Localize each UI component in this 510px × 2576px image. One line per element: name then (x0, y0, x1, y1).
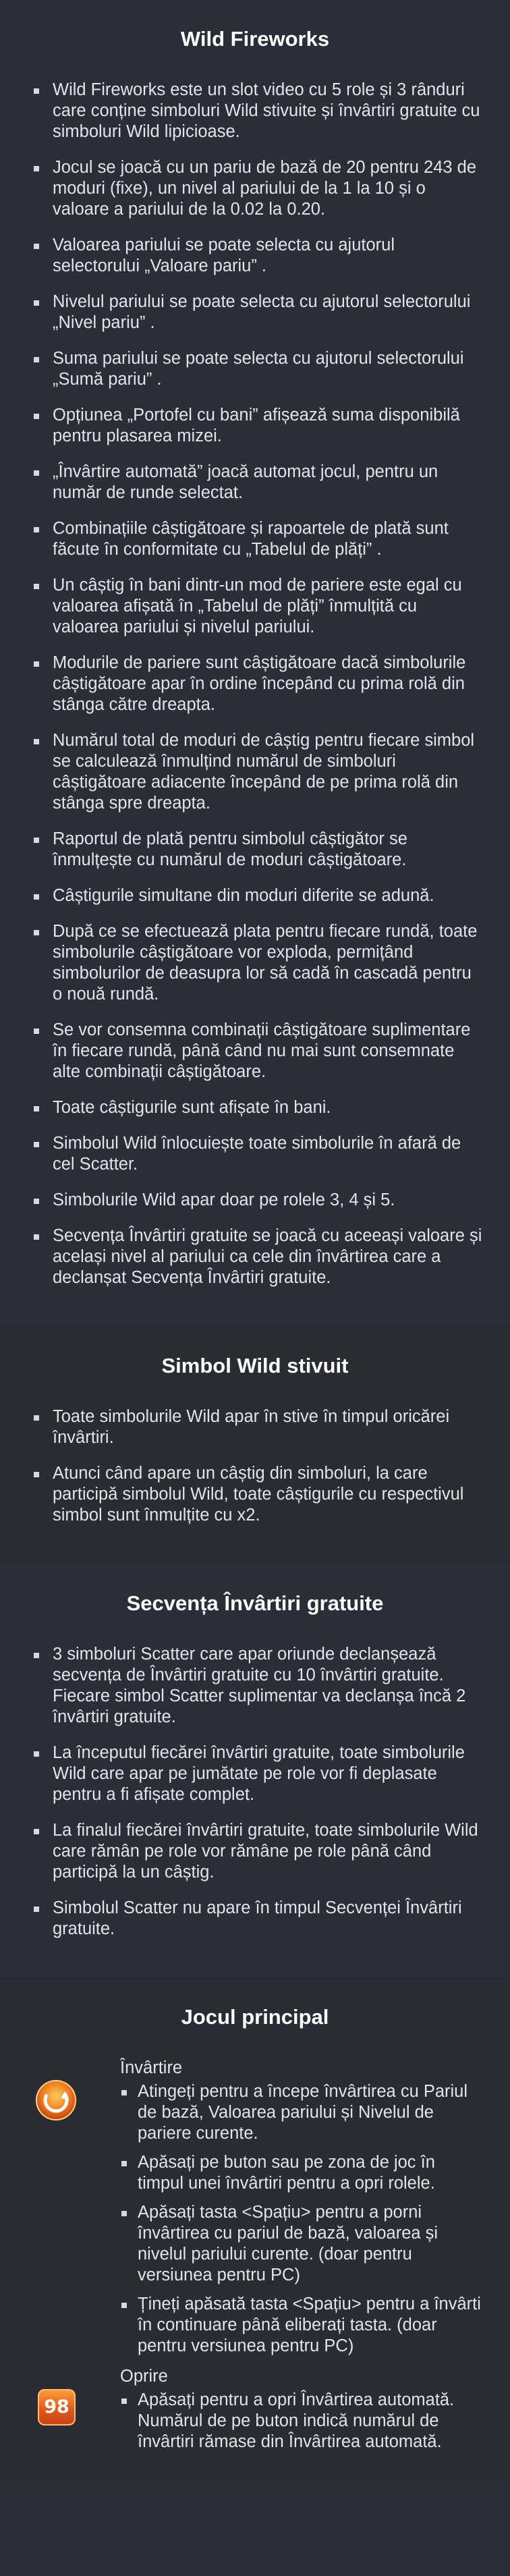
rules-list: Wild Fireworks este un slot video cu 5 r… (26, 80, 484, 1288)
feature-title: Oprire (120, 2367, 168, 2386)
list-item: La finalul fiecărei învârtiri gratuite, … (34, 1820, 484, 1883)
list-item: Atunci când apare un câștig din simbolur… (34, 1463, 484, 1526)
feature-stop: 98 Oprire Apăsați pentru a opri Învârtir… (26, 2366, 484, 2452)
list-item: Toate câștigurile sunt afișate în bani. (34, 1097, 484, 1118)
list-item: Simbolul Wild înlocuiește toate simbolur… (34, 1133, 484, 1175)
autoplay-counter-icon: 98 (38, 2389, 76, 2426)
list-item: Numărul total de moduri de câștig pentru… (34, 730, 484, 814)
list-item: Wild Fireworks este un slot video cu 5 r… (34, 80, 484, 142)
list-item: Modurile de pariere sunt câștigătoare da… (34, 653, 484, 715)
list-item: Simbolul Scatter nu apare în timpul Secv… (34, 1898, 484, 1940)
list-item: Atingeți pentru a începe învârtirea cu P… (120, 2081, 484, 2144)
list-item: „Învârtire automată” joacă automat jocul… (34, 462, 484, 503)
list-item: Opțiunea „Portofel cu bani” afișează sum… (34, 405, 484, 447)
list-item: Secvența Învârtiri gratuite se joacă cu … (34, 1226, 484, 1288)
rules-list: Toate simbolurile Wild apar în stive în … (26, 1406, 484, 1526)
section-title: Jocul principal (181, 2005, 329, 2029)
list-item: Apăsați pentru a opri Învârtirea automat… (120, 2390, 484, 2452)
section-wild-fireworks: Wild Fireworks Wild Fireworks este un sl… (0, 0, 510, 1327)
list-item: Nivelul pariului se poate selecta cu aju… (34, 292, 484, 333)
list-item: Apăsați pe buton sau pe zona de joc în t… (120, 2152, 484, 2194)
list-item: Jocul se joacă cu un pariu de bază de 20… (34, 157, 484, 220)
list-item: După ce se efectuează plata pentru fieca… (34, 921, 484, 1005)
section-title: Simbol Wild stivuit (161, 1354, 349, 1377)
list-item: Valoarea pariului se poate selecta cu aj… (34, 235, 484, 277)
section-free-spins: Secvența Învârtiri gratuite 3 simboluri … (0, 1564, 510, 1978)
rules-page: Wild Fireworks Wild Fireworks este un sl… (0, 0, 510, 2485)
list-item: Țineți apăsată tasta <Spațiu> pentru a î… (120, 2294, 484, 2357)
list-item: Câștigurile simultane din moduri diferit… (34, 885, 484, 906)
section-title: Wild Fireworks (180, 27, 330, 51)
list-item: Suma pariului se poate selecta cu ajutor… (34, 348, 484, 390)
section-stacked-wild: Simbol Wild stivuit Toate simbolurile Wi… (0, 1327, 510, 1564)
feature-list: Atingeți pentru a începe învârtirea cu P… (120, 2081, 484, 2357)
rules-list: 3 simboluri Scatter care apar oriunde de… (26, 1644, 484, 1940)
section-main-game: Jocul principal Învârtire Atingeți pentr… (0, 1978, 510, 2485)
feature-list: Apăsați pentru a opri Învârtirea automat… (120, 2390, 484, 2452)
list-item: La începutul fiecărei învârtiri gratuite… (34, 1743, 484, 1805)
section-title: Secvența Învârtiri gratuite (126, 1591, 384, 1615)
list-item: 3 simboluri Scatter care apar oriunde de… (34, 1644, 484, 1728)
feature-spin: Învârtire Atingeți pentru a începe învâr… (26, 2058, 484, 2357)
list-item: Simbolurile Wild apar doar pe rolele 3, … (34, 1190, 484, 1211)
list-item: Apăsați tasta <Spațiu> pentru a porni în… (120, 2202, 484, 2286)
feature-title: Învârtire (120, 2058, 183, 2077)
list-item: Raportul de plată pentru simbolul câștig… (34, 829, 484, 871)
spin-icon (36, 2080, 76, 2120)
list-item: Toate simbolurile Wild apar în stive în … (34, 1406, 484, 1448)
list-item: Se vor consemna combinații câștigătoare … (34, 1020, 484, 1083)
list-item: Combinațiile câștigătoare și rapoartele … (34, 518, 484, 560)
list-item: Un câștig în bani dintr-un mod de parier… (34, 575, 484, 638)
